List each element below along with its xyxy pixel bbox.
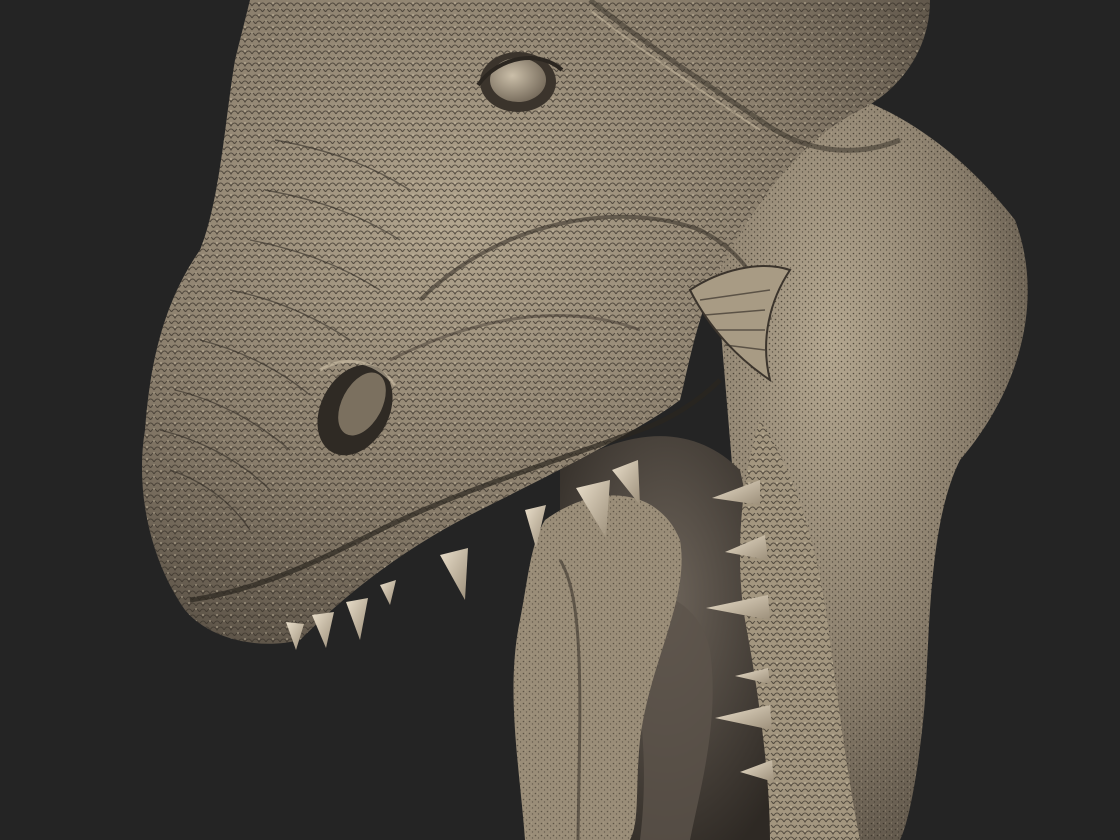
creature-render: [141, 0, 1028, 840]
tooth: [440, 548, 468, 600]
sculpt-viewport[interactable]: [0, 0, 1120, 840]
tooth: [312, 612, 334, 648]
tooth: [346, 598, 368, 640]
tooth: [380, 580, 396, 605]
